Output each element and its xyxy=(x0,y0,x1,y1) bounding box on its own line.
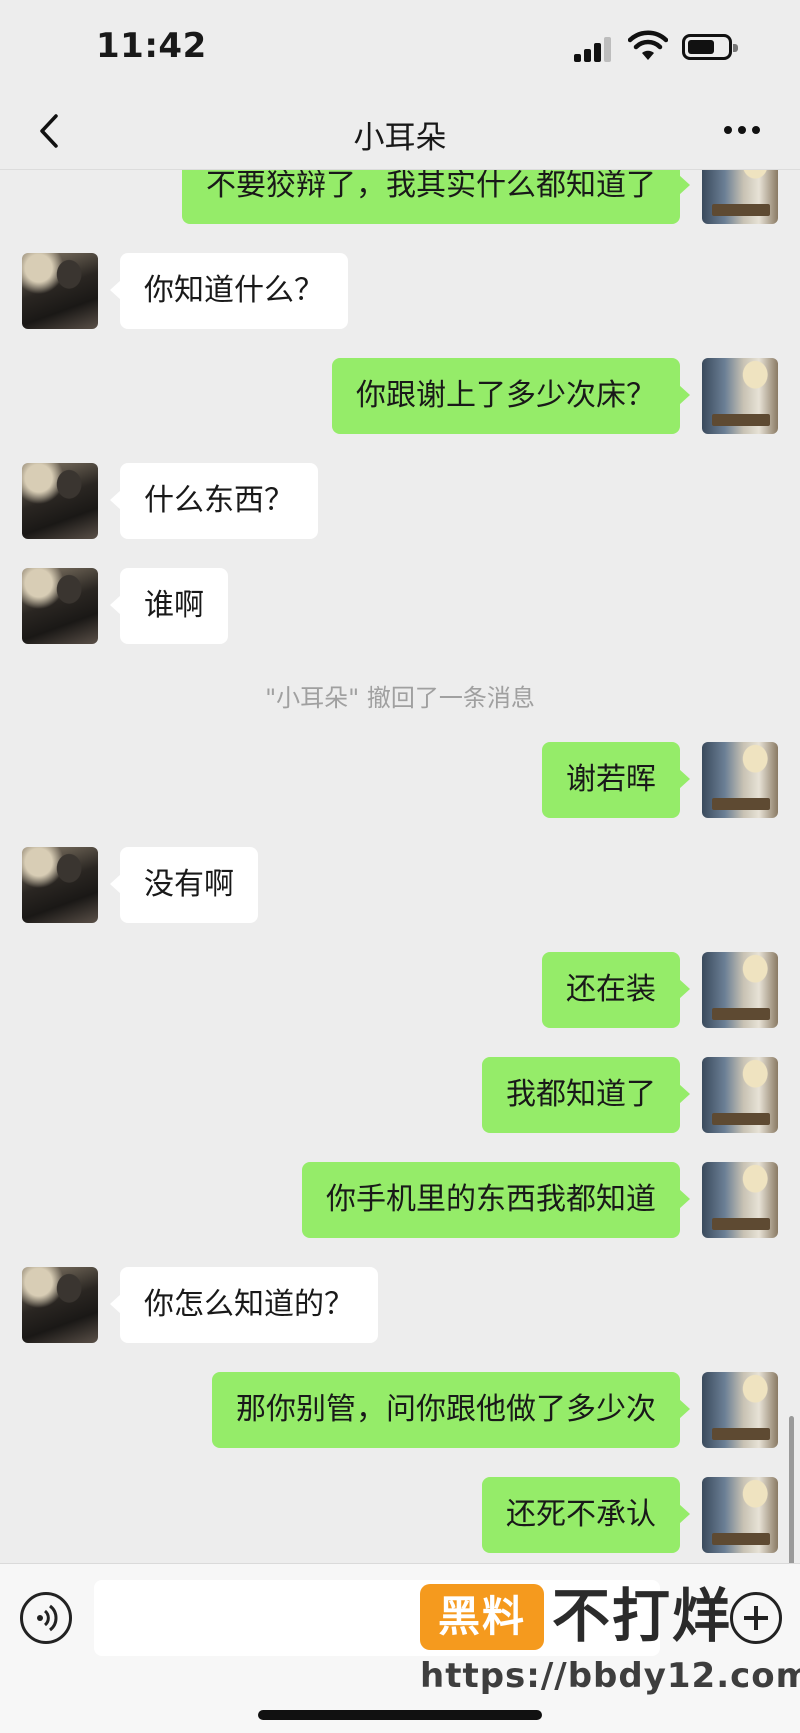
message-bubble[interactable]: 还在装 xyxy=(542,952,690,1028)
message-row-outgoing: 那你别管，问你跟他做了多少次 xyxy=(0,1372,800,1448)
chat-title: 小耳朵 xyxy=(353,120,447,156)
my-avatar[interactable] xyxy=(702,1372,778,1448)
my-avatar[interactable] xyxy=(702,170,778,224)
my-avatar[interactable] xyxy=(702,742,778,818)
message-bubble[interactable]: 我都知道了 xyxy=(482,1057,690,1133)
message-bubble[interactable]: 不要狡辩了，我其实什么都知道了 xyxy=(182,170,690,224)
message-bubble[interactable]: 什么东西？ xyxy=(110,463,318,539)
message-row-incoming: 什么东西？ xyxy=(0,463,800,539)
home-indicator[interactable] xyxy=(258,1710,542,1720)
my-avatar[interactable] xyxy=(702,952,778,1028)
signal-icon xyxy=(574,36,614,62)
message-row-outgoing: 还在装 xyxy=(0,952,800,1028)
message-bubble[interactable]: 你知道什么？ xyxy=(110,253,348,329)
scrollbar[interactable] xyxy=(789,1416,794,1563)
my-avatar[interactable] xyxy=(702,1477,778,1553)
battery-icon xyxy=(682,34,738,60)
more-dots-icon[interactable] xyxy=(724,126,764,136)
message-bubble[interactable]: 那你别管，问你跟他做了多少次 xyxy=(212,1372,690,1448)
message-row-incoming: 没有啊 xyxy=(0,847,800,923)
message-row-outgoing: 不要狡辩了，我其实什么都知道了 xyxy=(0,170,800,224)
message-bubble[interactable]: 你跟谢上了多少次床？ xyxy=(332,358,690,434)
message-row-outgoing: 还死不承认 xyxy=(0,1477,800,1553)
message-row-outgoing: 谢若晖 xyxy=(0,742,800,818)
watermark-text: 不打烊 xyxy=(552,1582,733,1650)
message-row-outgoing: 你手机里的东西我都知道 xyxy=(0,1162,800,1238)
message-row-outgoing: 我都知道了 xyxy=(0,1057,800,1133)
contact-avatar[interactable] xyxy=(22,463,98,539)
status-bar: 11:42 xyxy=(0,0,800,92)
plus-icon[interactable] xyxy=(730,1592,782,1644)
message-bubble[interactable]: 谢若晖 xyxy=(542,742,690,818)
message-row-incoming: 谁啊 xyxy=(0,568,800,644)
recall-notice: "小耳朵" 撤回了一条消息 xyxy=(265,684,535,712)
message-bubble[interactable]: 没有啊 xyxy=(110,847,258,923)
message-bubble[interactable]: 你怎么知道的？ xyxy=(110,1267,378,1343)
contact-avatar[interactable] xyxy=(22,568,98,644)
message-bubble[interactable]: 你手机里的东西我都知道 xyxy=(302,1162,690,1238)
message-bubble[interactable]: 还死不承认 xyxy=(482,1477,690,1553)
my-avatar[interactable] xyxy=(702,1162,778,1238)
message-list[interactable]: 不要狡辩了，我其实什么都知道了 你知道什么？ 你跟谢上了多少次床？ 什么东西？ … xyxy=(0,170,800,1563)
chat-header: 小耳朵 xyxy=(0,92,800,170)
watermark-badge: 黑料 xyxy=(420,1584,544,1650)
wifi-icon xyxy=(628,30,668,60)
watermark-url: https://bbdy12.com xyxy=(420,1656,800,1696)
contact-avatar[interactable] xyxy=(22,253,98,329)
contact-avatar[interactable] xyxy=(22,847,98,923)
my-avatar[interactable] xyxy=(702,358,778,434)
message-row-outgoing: 你跟谢上了多少次床？ xyxy=(0,358,800,434)
voice-icon[interactable] xyxy=(20,1592,72,1644)
contact-avatar[interactable] xyxy=(22,1267,98,1343)
my-avatar[interactable] xyxy=(702,1057,778,1133)
status-time: 11:42 xyxy=(96,26,207,66)
input-bar: 黑料 不打烊 https://bbdy12.com xyxy=(0,1563,800,1733)
message-bubble[interactable]: 谁啊 xyxy=(110,568,228,644)
message-row-incoming: 你怎么知道的？ xyxy=(0,1267,800,1343)
message-row-incoming: 你知道什么？ xyxy=(0,253,800,329)
